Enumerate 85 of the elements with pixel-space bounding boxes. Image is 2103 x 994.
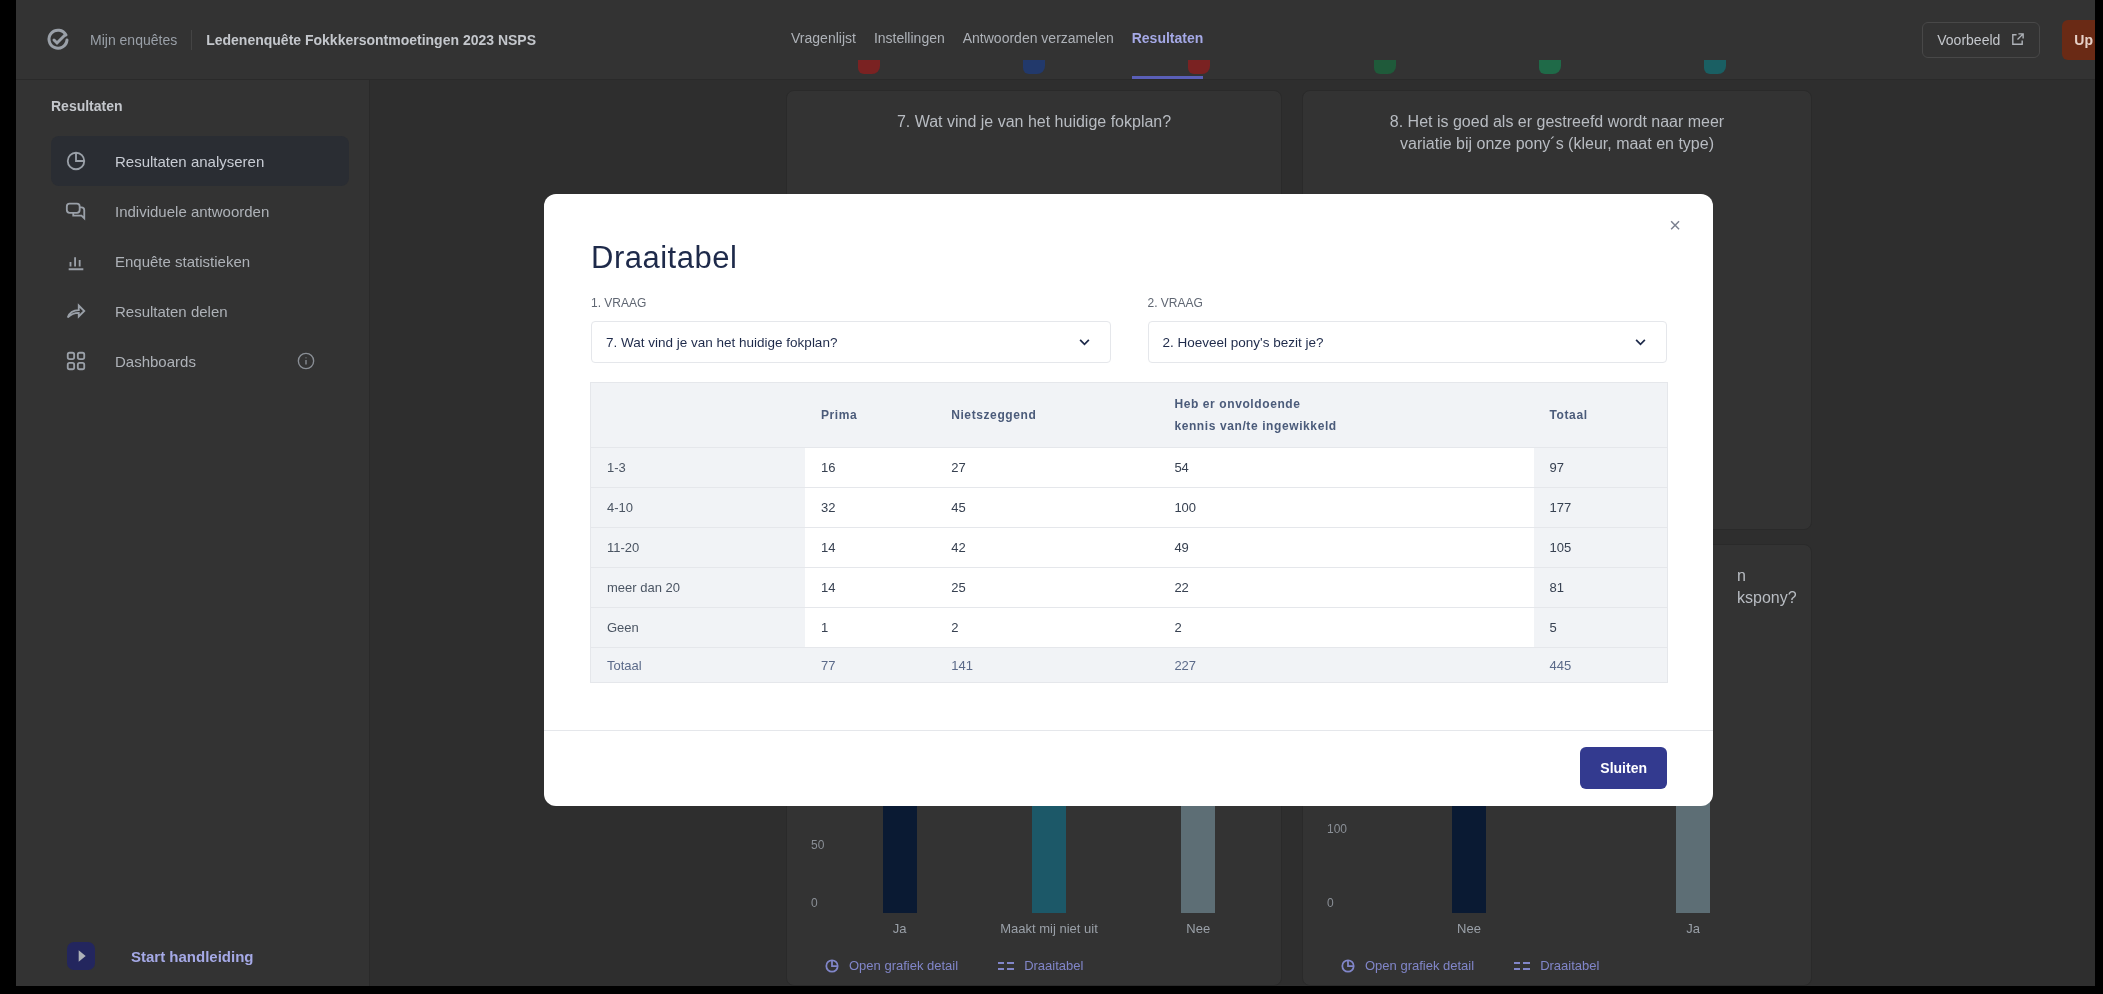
- pie-chart-icon: [65, 150, 87, 172]
- chart-icon: [825, 958, 839, 973]
- table-cell: 100: [1158, 487, 1534, 528]
- table-cell: 445: [1533, 647, 1667, 682]
- table-cell: 2: [1158, 607, 1534, 648]
- table-cell: 22: [1158, 567, 1534, 608]
- close-button[interactable]: ×: [1669, 214, 1681, 237]
- sidebar-item[interactable]: Resultaten analyseren: [51, 136, 349, 186]
- table-cell: 32: [805, 487, 936, 528]
- axis-tick-label: 0: [811, 896, 819, 910]
- table-cell: 97: [1533, 447, 1667, 488]
- sidebar-item[interactable]: Individuele antwoorden: [51, 186, 349, 236]
- start-guide-link[interactable]: Start handleiding: [51, 942, 349, 970]
- category-label: Ja: [1686, 921, 1700, 936]
- table-cell: 42: [935, 527, 1159, 568]
- column-header: Prima: [805, 383, 936, 448]
- pivot-table-link[interactable]: Draaitabel: [998, 958, 1084, 973]
- breadcrumb-link[interactable]: Mijn enquêtes: [90, 31, 178, 48]
- table-icon: [998, 960, 1015, 971]
- row-header: 1-3: [591, 447, 805, 488]
- table-cell: 16: [805, 447, 936, 488]
- table-cell: 177: [1533, 487, 1667, 528]
- chart-detail-link[interactable]: Open grafiek detail: [825, 958, 959, 973]
- table-cell: 14: [805, 567, 936, 608]
- pivot-table-link[interactable]: Draaitabel: [1514, 958, 1600, 973]
- axis-tick-label: 100: [1327, 822, 1349, 836]
- table-cell: 54: [1158, 447, 1534, 488]
- table-cell: 227: [1158, 647, 1534, 682]
- chart-detail-link[interactable]: Open grafiek detail: [1341, 958, 1475, 973]
- chevron-down-icon: [1078, 338, 1090, 346]
- table-cell: 105: [1533, 527, 1667, 568]
- chart-title: 8. Het is goed als er gestreefd wordt naar meer: [1388, 112, 1726, 132]
- table-cell: 45: [935, 487, 1159, 528]
- check-circle-icon: [46, 27, 70, 52]
- field-label: 2. VRAAG: [1147, 296, 1204, 310]
- chevron-down-icon: [1635, 338, 1646, 346]
- question-select[interactable]: 7. Wat vind je van het huidige fokplan?: [591, 321, 1111, 363]
- axis-tick-label: 50: [811, 838, 826, 852]
- chat-bubbles-icon: [65, 200, 87, 222]
- grid-icon: [65, 350, 87, 372]
- sidebar-item[interactable]: Resultaten delen: [51, 286, 349, 336]
- table-cell: 77: [805, 647, 936, 682]
- table-cell: 14: [805, 527, 936, 568]
- table-cell: 49: [1158, 527, 1534, 568]
- sidebar-item[interactable]: Enquête statistieken: [51, 236, 349, 286]
- row-header: Geen: [591, 607, 805, 648]
- play-icon: [67, 942, 95, 970]
- column-header: Totaal: [1533, 383, 1667, 448]
- question-select[interactable]: 2. Hoeveel pony's bezit je?: [1147, 321, 1667, 363]
- action-button[interactable]: Up: [2062, 19, 2095, 60]
- table-cell: 5: [1533, 607, 1667, 648]
- table-cell: 2: [935, 607, 1159, 648]
- nav-tab[interactable]: Vragenlijst: [791, 0, 856, 79]
- sidebar-heading: Resultaten: [51, 98, 124, 114]
- table-icon: [1514, 960, 1531, 971]
- row-header: meer dan 20: [591, 567, 805, 608]
- survey-title: Ledenenquête Fokkkersontmoetingen 2023 NSPS: [206, 31, 537, 48]
- table-cell: 25: [935, 567, 1159, 608]
- category-label: Maakt mij niet uit: [1000, 921, 1098, 936]
- chart-title: n: [1737, 566, 1747, 586]
- nav-tab[interactable]: Antwoorden verzamelen: [962, 0, 1114, 79]
- close-dialog-button[interactable]: Sluiten: [1580, 747, 1667, 789]
- sidebar-item[interactable]: Dashboards: [51, 336, 349, 386]
- nav-tab[interactable]: Instellingen: [873, 0, 945, 79]
- table-cell: 141: [935, 647, 1159, 682]
- preview-button[interactable]: Voorbeeld: [1922, 21, 2041, 58]
- table-cell: 1: [805, 607, 936, 648]
- external-link-icon: [2010, 32, 2026, 47]
- field-label: 1. VRAAG: [591, 296, 648, 310]
- column-header: Heb er onvoldoende kennis van/te ingewikkeld: [1158, 383, 1534, 448]
- chart-title: variatie bij onze pony´s (kleur, maat en type): [1399, 134, 1715, 154]
- row-header: 4-10: [591, 487, 805, 528]
- row-header: Totaal: [591, 647, 805, 682]
- table-cell: 27: [935, 447, 1159, 488]
- category-label: Nee: [1186, 921, 1211, 936]
- chart-title: 7. Wat vind je van het huidige fokplan?: [895, 112, 1173, 132]
- row-header: 11-20: [591, 527, 805, 568]
- column-header: Nietszeggend: [935, 383, 1159, 448]
- axis-tick-label: 0: [1327, 896, 1335, 910]
- table-cell: 81: [1533, 567, 1667, 608]
- chart-title: kspony?: [1737, 588, 1798, 608]
- category-label: Nee: [1457, 921, 1481, 936]
- chart-icon: [1341, 958, 1355, 973]
- dialog-title: Draaitabel: [591, 240, 738, 276]
- category-label: Ja: [892, 921, 907, 936]
